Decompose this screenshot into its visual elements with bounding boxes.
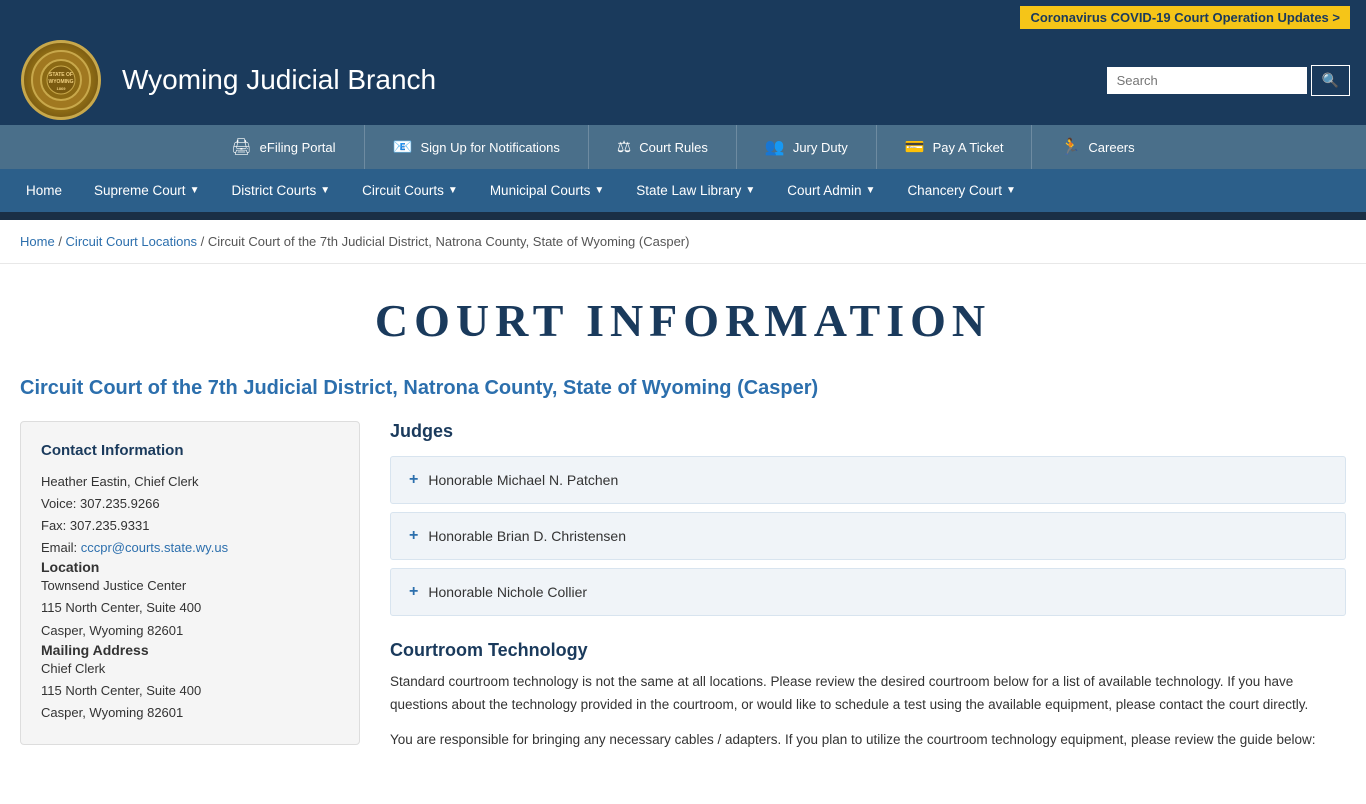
breadcrumb: Home / Circuit Court Locations / Circuit… [0,220,1366,264]
chevron-down-icon: ▼ [594,185,604,196]
search-input[interactable] [1107,67,1307,94]
svg-text:1869: 1869 [57,86,67,91]
search-button[interactable]: 🔍 [1311,65,1350,96]
quick-link-jury-duty[interactable]: 👥 Jury Duty [737,125,877,169]
nav-district-courts[interactable]: District Courts ▼ [215,169,346,212]
notifications-icon: 📧 [393,137,413,157]
main-nav: Home Supreme Court ▼ District Courts ▼ C… [0,169,1366,212]
logo-circle: STATE OF WYOMING 1869 [21,40,101,120]
judge-name-2: Honorable Brian D. Christensen [428,528,626,544]
quick-link-court-rules[interactable]: ⚖ Court Rules [589,125,737,169]
main-content: COURT INFORMATION Circuit Court of the 7… [0,264,1366,804]
judge-item-2[interactable]: + Honorable Brian D. Christensen [390,512,1346,560]
judge-item-1[interactable]: + Honorable Michael N. Patchen [390,456,1346,504]
quick-link-label: Jury Duty [793,140,848,155]
breadcrumb-separator: / [201,234,208,249]
location-line3: Casper, Wyoming 82601 [41,620,339,642]
contact-voice: Voice: 307.235.9266 [41,493,339,515]
email-link[interactable]: cccpr@courts.state.wy.us [81,540,228,555]
breadcrumb-separator: / [58,234,65,249]
location-title: Location [41,559,339,575]
expand-icon: + [409,471,418,489]
careers-icon: 🏃 [1060,137,1080,157]
courtroom-tech-section: Courtroom Technology Standard courtroom … [390,640,1346,752]
content-columns: Contact Information Heather Eastin, Chie… [20,421,1346,764]
nav-home[interactable]: Home [10,169,78,212]
quick-link-pay-ticket[interactable]: 💳 Pay A Ticket [877,125,1033,169]
quick-links-nav: 🖨 eFiling Portal 📧 Sign Up for Notificat… [0,125,1366,169]
judges-section-title: Judges [390,421,1346,442]
contact-fax: Fax: 307.235.9331 [41,515,339,537]
logo-inner: STATE OF WYOMING 1869 [31,50,91,110]
nav-divider [0,212,1366,220]
email-label: Email: [41,540,81,555]
quick-link-label: Careers [1088,140,1134,155]
chevron-down-icon: ▼ [1006,185,1016,196]
quick-link-careers[interactable]: 🏃 Careers [1032,125,1162,169]
chevron-down-icon: ▼ [866,185,876,196]
tech-paragraph-1: Standard courtroom technology is not the… [390,671,1346,717]
chevron-down-icon: ▼ [448,185,458,196]
contact-section-title: Contact Information [41,442,339,459]
nav-circuit-courts[interactable]: Circuit Courts ▼ [346,169,474,212]
site-logo: STATE OF WYOMING 1869 [16,35,106,125]
expand-icon: + [409,527,418,545]
page-title: COURT INFORMATION [20,294,1346,347]
pay-ticket-icon: 💳 [905,137,925,157]
search-area: 🔍 [1107,65,1350,96]
nav-municipal-courts[interactable]: Municipal Courts ▼ [474,169,620,212]
court-subtitle: Circuit Court of the 7th Judicial Distri… [20,375,1346,401]
right-column: Judges + Honorable Michael N. Patchen + … [390,421,1346,764]
contact-box: Contact Information Heather Eastin, Chie… [20,421,360,745]
breadcrumb-circuit-locations[interactable]: Circuit Court Locations [66,234,198,249]
nav-court-admin[interactable]: Court Admin ▼ [771,169,891,212]
svg-text:STATE OF: STATE OF [49,72,73,78]
court-rules-icon: ⚖ [617,137,631,157]
chevron-down-icon: ▼ [190,185,200,196]
tech-paragraph-2: You are responsible for bringing any nec… [390,729,1346,752]
covid-banner: Coronavirus COVID-19 Court Operation Upd… [0,0,1366,35]
nav-chancery-court[interactable]: Chancery Court ▼ [891,169,1031,212]
quick-link-notifications[interactable]: 📧 Sign Up for Notifications [365,125,589,169]
svg-text:WYOMING: WYOMING [49,79,74,85]
tech-section-title: Courtroom Technology [390,640,1346,661]
site-header: STATE OF WYOMING 1869 Wyoming Judicial B… [0,35,1366,125]
mailing-line1: Chief Clerk [41,658,339,680]
mailing-line3: Casper, Wyoming 82601 [41,702,339,724]
left-column: Contact Information Heather Eastin, Chie… [20,421,360,745]
location-line2: 115 North Center, Suite 400 [41,597,339,619]
judge-name-1: Honorable Michael N. Patchen [428,472,618,488]
quick-link-label: eFiling Portal [260,140,336,155]
breadcrumb-current: Circuit Court of the 7th Judicial Distri… [208,234,690,249]
site-title: Wyoming Judicial Branch [122,64,1107,96]
mailing-line2: 115 North Center, Suite 400 [41,680,339,702]
breadcrumb-home[interactable]: Home [20,234,55,249]
chief-clerk: Heather Eastin, Chief Clerk [41,471,339,493]
judge-name-3: Honorable Nichole Collier [428,584,587,600]
nav-state-law-library[interactable]: State Law Library ▼ [620,169,771,212]
contact-email: Email: cccpr@courts.state.wy.us [41,537,339,559]
nav-supreme-court[interactable]: Supreme Court ▼ [78,169,215,212]
chevron-down-icon: ▼ [320,185,330,196]
jury-duty-icon: 👥 [765,137,785,157]
mailing-title: Mailing Address [41,642,339,658]
covid-link[interactable]: Coronavirus COVID-19 Court Operation Upd… [1020,6,1350,29]
location-line1: Townsend Justice Center [41,575,339,597]
judge-item-3[interactable]: + Honorable Nichole Collier [390,568,1346,616]
quick-link-label: Court Rules [639,140,708,155]
expand-icon: + [409,583,418,601]
quick-link-label: Pay A Ticket [933,140,1004,155]
quick-link-label: Sign Up for Notifications [420,140,559,155]
quick-link-efiling[interactable]: 🖨 eFiling Portal [203,125,364,169]
chevron-down-icon: ▼ [745,185,755,196]
efiling-icon: 🖨 [231,137,251,157]
